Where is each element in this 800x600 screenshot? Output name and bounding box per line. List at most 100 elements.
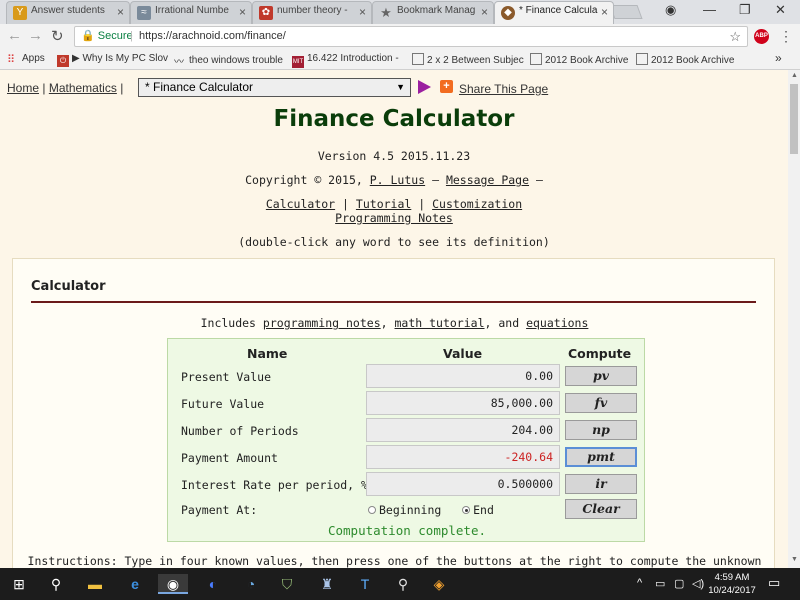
page-icon: [412, 53, 424, 65]
profile-icon[interactable]: ◉: [665, 2, 676, 18]
mathematics-link[interactable]: Mathematics: [49, 81, 117, 95]
tray-monitor-icon[interactable]: ▢: [674, 577, 684, 590]
calculator-select-value: * Finance Calculator: [145, 80, 254, 94]
beginning-radio[interactable]: Beginning: [368, 503, 441, 517]
compute-pv-button[interactable]: pv: [565, 366, 637, 386]
bookmark-2x2[interactable]: 2 x 2 Between Subjec: [412, 53, 524, 66]
notifications-icon[interactable]: ▭: [768, 575, 780, 591]
number-of-periods-input[interactable]: 204.00: [366, 418, 560, 442]
chrome-icon[interactable]: ◉: [158, 574, 188, 594]
file-explorer-icon[interactable]: ▬: [84, 574, 106, 594]
bookmark-star-icon[interactable]: ☆: [729, 27, 741, 46]
secure-label: Secure: [97, 30, 133, 42]
tutorial-link[interactable]: Tutorial: [356, 197, 411, 211]
future-value-input[interactable]: 85,000.00: [366, 391, 560, 415]
minimize-icon[interactable]: —: [703, 2, 716, 17]
tab-answer-students[interactable]: Y Answer students ×: [6, 1, 130, 24]
dash: —: [432, 173, 439, 187]
end-radio[interactable]: End: [462, 503, 494, 517]
payment-amount-label: Payment Amount: [181, 451, 278, 465]
search-icon[interactable]: ⚲: [45, 574, 67, 594]
url-text: https://arachnoid.com/finance/: [139, 30, 286, 42]
play-icon[interactable]: [418, 80, 431, 94]
close-icon[interactable]: ×: [117, 5, 124, 19]
number-of-periods-label: Number of Periods: [181, 424, 299, 438]
bookmark-apps[interactable]: ⠿ Apps: [7, 53, 45, 66]
tray-volume-icon[interactable]: ◁): [692, 577, 704, 590]
math-tutorial-link[interactable]: math tutorial: [395, 316, 485, 330]
close-icon[interactable]: ×: [359, 5, 366, 19]
share-link[interactable]: Share This Page: [459, 82, 548, 96]
close-icon[interactable]: ×: [601, 5, 608, 19]
more-bookmarks-icon[interactable]: »: [775, 51, 782, 65]
tab-label: number theory -: [277, 5, 348, 16]
scroll-up-icon[interactable]: ▲: [791, 72, 798, 79]
app-icon-robot[interactable]: ♜: [316, 574, 338, 594]
tab-bookmark-manager[interactable]: ★ Bookmark Manag ×: [372, 1, 494, 24]
tray-network-icon[interactable]: ▭: [655, 577, 665, 590]
clear-button[interactable]: Clear: [565, 499, 637, 519]
adblock-icon[interactable]: ABP: [754, 29, 769, 44]
chevron-down-icon: ▼: [396, 82, 405, 92]
arachnoid-icon: ◆: [501, 6, 515, 20]
tab-finance-calculator[interactable]: ◆ * Finance Calcula ×: [494, 1, 614, 24]
back-icon[interactable]: ←: [7, 27, 22, 44]
programming-notes-inline-link[interactable]: programming notes: [263, 316, 381, 330]
power-icon: ⏻: [57, 55, 69, 67]
tab-number-theory[interactable]: ✿ number theory - ×: [252, 1, 372, 24]
app-icon-shield[interactable]: ⛉: [276, 574, 298, 594]
magnifier-icon[interactable]: ⚲: [392, 574, 414, 594]
bookmark-16422[interactable]: MIT 16.422 Introduction -: [292, 53, 399, 68]
menu-icon[interactable]: ⋮: [779, 28, 793, 45]
address-bar[interactable]: 🔒 Secure | https://arachnoid.com/finance…: [74, 26, 748, 47]
compute-pmt-button[interactable]: pmt: [565, 447, 637, 467]
app-icon-text[interactable]: T: [354, 574, 376, 594]
secure-indicator[interactable]: 🔒 Secure: [81, 27, 133, 46]
compute-fv-button[interactable]: fv: [565, 393, 637, 413]
present-value-input[interactable]: 0.00: [366, 364, 560, 388]
bookmark-book-archive-2[interactable]: 2012 Book Archive: [636, 53, 734, 66]
equations-link[interactable]: equations: [526, 316, 588, 330]
radio-icon: [368, 506, 376, 514]
close-icon[interactable]: ×: [481, 5, 488, 19]
bookmark-label: 2012 Book Archive: [545, 55, 629, 66]
reload-icon[interactable]: ↻: [51, 27, 64, 45]
edge-icon[interactable]: e: [124, 574, 146, 594]
compute-ir-button[interactable]: ir: [565, 474, 637, 494]
tray-chevron-icon[interactable]: ^: [637, 577, 642, 589]
app-icon-lens[interactable]: ◔: [240, 574, 262, 594]
wave-icon: 〰: [174, 57, 184, 68]
breadcrumb: Home | Mathematics |: [7, 81, 123, 95]
clock-time: 4:59 AM: [714, 572, 750, 583]
scroll-thumb[interactable]: [790, 84, 798, 154]
scroll-down-icon[interactable]: ▼: [791, 556, 798, 563]
column-header-name: Name: [247, 346, 288, 361]
payment-amount-input[interactable]: -240.64: [366, 445, 560, 469]
interest-rate-input[interactable]: 0.500000: [366, 472, 560, 496]
vertical-scrollbar[interactable]: ▲ ▼: [788, 70, 800, 568]
close-window-icon[interactable]: ✕: [775, 2, 786, 18]
forward-icon[interactable]: →: [28, 27, 43, 44]
restore-icon[interactable]: ❐: [739, 2, 751, 18]
bookmark-why-slow[interactable]: ⏻ ▶ Why Is My PC Slov: [57, 53, 168, 67]
share-icon[interactable]: +: [440, 80, 453, 93]
new-tab-button[interactable]: [609, 5, 643, 19]
author-link[interactable]: P. Lutus: [370, 173, 425, 187]
programming-notes-link[interactable]: Programming Notes: [335, 211, 453, 225]
close-icon[interactable]: ×: [239, 5, 246, 19]
windows-start-icon[interactable]: ⊞: [8, 574, 30, 594]
calculator-link[interactable]: Calculator: [266, 197, 335, 211]
message-page-link[interactable]: Message Page: [446, 173, 529, 187]
app-icon-orange[interactable]: ◈: [428, 574, 450, 594]
compute-np-button[interactable]: np: [565, 420, 637, 440]
payment-at-label: Payment At:: [181, 503, 258, 517]
customization-link[interactable]: Customization: [432, 197, 522, 211]
system-clock[interactable]: 4:59 AM 10/24/2017: [708, 571, 756, 597]
bookmark-label: 16.422 Introduction -: [307, 53, 399, 64]
bookmark-theo-windows[interactable]: 〰 theo windows trouble: [174, 53, 283, 68]
app-icon-blue[interactable]: ◐: [202, 574, 224, 594]
bookmark-book-archive-1[interactable]: 2012 Book Archive: [530, 53, 628, 66]
home-link[interactable]: Home: [7, 81, 39, 95]
calculator-select[interactable]: * Finance Calculator ▼: [138, 78, 411, 97]
tab-irrational-numbers[interactable]: ≈ Irrational Numbe ×: [130, 1, 252, 24]
